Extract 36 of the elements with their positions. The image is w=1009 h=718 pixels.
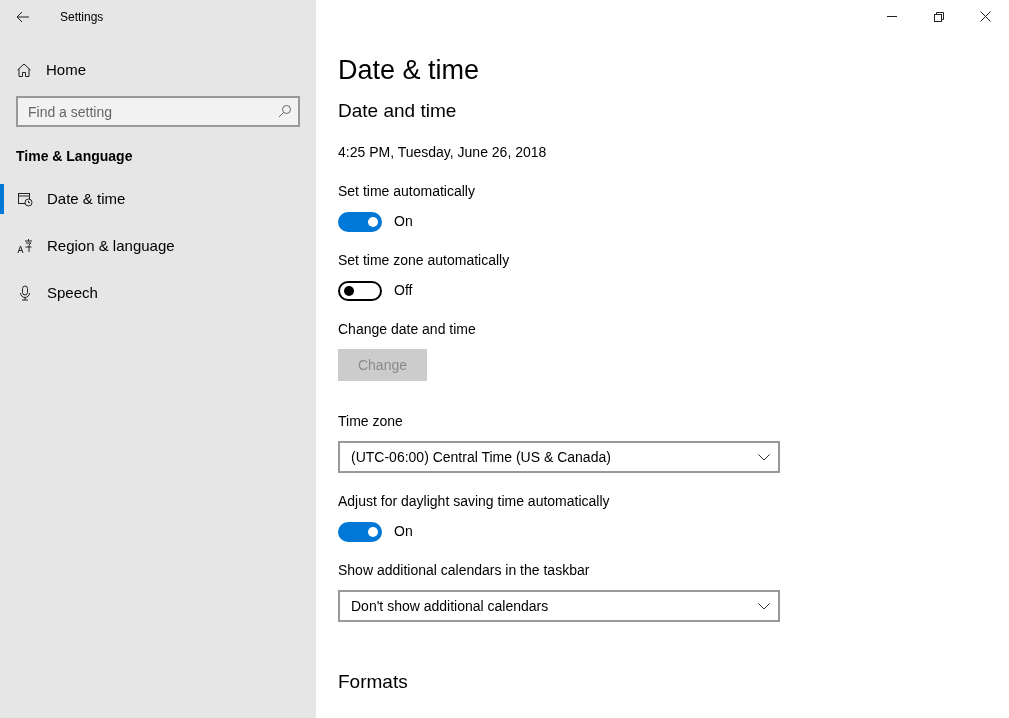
home-icon: [16, 62, 32, 78]
window-title: Settings: [60, 8, 104, 26]
search-field[interactable]: Find a setting: [16, 96, 300, 127]
toggle-switch[interactable]: [338, 280, 382, 301]
calendar-clock-icon: [17, 191, 33, 207]
toggle-state: On: [394, 522, 413, 541]
nav-item[interactable]: Region & language: [0, 231, 316, 261]
toggle-state: Off: [394, 281, 413, 300]
back-arrow-icon[interactable]: [16, 10, 30, 23]
nav-item[interactable]: Date & time: [0, 184, 316, 214]
restore-icon: [933, 11, 944, 22]
setting-label: Set time zone automatically: [338, 251, 511, 270]
home-nav-item[interactable]: Home: [16, 55, 316, 85]
search-icon: [278, 104, 292, 118]
page-title: Date & time: [338, 54, 481, 87]
setting-label: Time zone: [338, 412, 404, 431]
section-heading: Date and time: [338, 99, 458, 123]
current-date-time: 4:25 PM, Tuesday, June 26, 2018: [338, 143, 548, 162]
chevron-down-icon: [758, 453, 770, 461]
minimize-icon: [886, 16, 897, 17]
group-heading: Time & Language: [16, 147, 134, 166]
chevron-down-icon: [758, 602, 770, 610]
dropdown[interactable]: (UTC-06:00) Central Time (US & Canada): [338, 441, 780, 473]
setting-label: Change date and time: [338, 320, 477, 339]
setting-label: Adjust for daylight saving time automatically: [338, 492, 611, 511]
dropdown[interactable]: Don't show additional calendars: [338, 590, 780, 622]
toggle-switch[interactable]: [338, 211, 382, 232]
close-icon: [980, 11, 991, 22]
toggle-state: On: [394, 212, 413, 231]
language-icon: [17, 238, 33, 254]
nav-item[interactable]: Speech: [0, 278, 316, 308]
toggle-switch[interactable]: [338, 521, 382, 542]
setting-label: Show additional calendars in the taskbar: [338, 561, 591, 580]
section-heading: Formats: [338, 670, 409, 694]
setting-label: Set time automatically: [338, 182, 476, 201]
microphone-icon: [17, 285, 33, 301]
